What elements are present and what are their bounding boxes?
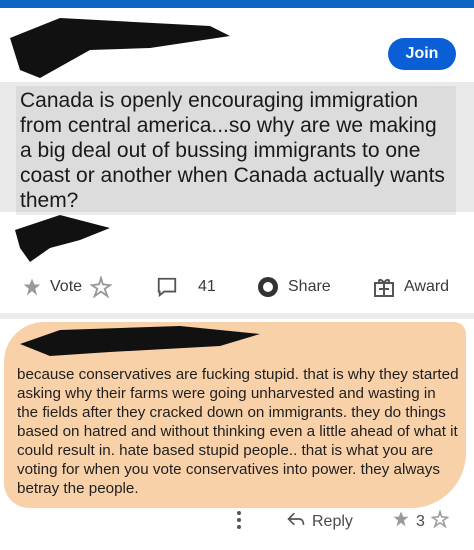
vote-label: Vote <box>50 278 83 295</box>
comment-vote-down-icon[interactable] <box>430 508 450 533</box>
vote-down-icon[interactable] <box>90 276 113 298</box>
more-options-button[interactable] <box>236 510 242 535</box>
vote-group: Vote <box>22 276 113 298</box>
comment-action-bar: Reply 3 <box>0 508 474 536</box>
section-divider <box>0 313 474 319</box>
join-button[interactable]: Join <box>388 38 456 70</box>
award-label: Award <box>404 278 450 295</box>
post-action-bar: Vote 41 Share Award <box>0 270 474 304</box>
redacted-commenter <box>20 326 260 356</box>
reply-icon <box>286 510 306 533</box>
more-icon <box>236 510 242 535</box>
redacted-mark <box>15 215 110 262</box>
comment-count: 41 <box>198 278 216 295</box>
post-title: Canada is openly encouraging immigration… <box>16 86 456 215</box>
comment-vote-up-icon[interactable] <box>392 510 410 533</box>
comment-vote-count: 3 <box>416 512 425 530</box>
share-button[interactable]: Share <box>256 275 331 299</box>
comment-body: because conservatives are fucking stupid… <box>17 366 459 497</box>
comment-icon <box>156 276 178 298</box>
post-header: Join <box>0 8 474 83</box>
reply-button[interactable]: Reply <box>286 510 353 533</box>
vote-up-icon[interactable] <box>22 277 42 297</box>
reply-label: Reply <box>312 512 353 530</box>
redacted-author <box>10 18 230 78</box>
share-label: Share <box>288 278 331 295</box>
award-icon <box>372 275 396 299</box>
comment-button[interactable]: 41 <box>156 276 216 298</box>
award-button[interactable]: Award <box>372 275 449 299</box>
comment-vote-group: 3 <box>392 508 450 533</box>
top-bar <box>0 0 474 8</box>
share-icon <box>256 275 280 299</box>
